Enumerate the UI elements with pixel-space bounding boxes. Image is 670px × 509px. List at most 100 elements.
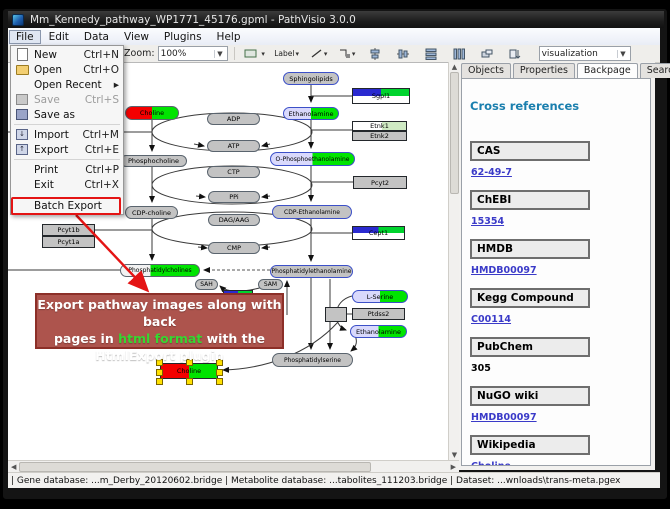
- menu-item-print[interactable]: PrintCtrl+P: [11, 162, 123, 177]
- chevron-down-icon[interactable]: ▼: [214, 50, 224, 58]
- callout-line-3: HtmlExport plugin: [37, 348, 282, 365]
- callout-line-2: pages in html format with the: [37, 331, 282, 348]
- node-ctp[interactable]: CTP: [207, 166, 260, 178]
- batch-export-highlight: [11, 197, 121, 215]
- align-center-y-icon[interactable]: [392, 47, 414, 61]
- xref-link-chebi[interactable]: 15354: [471, 216, 642, 227]
- menu-item-new[interactable]: NewCtrl+N: [11, 47, 123, 62]
- tab-objects[interactable]: Objects: [461, 63, 511, 78]
- xref-link-hmdb[interactable]: HMDB00097: [471, 265, 642, 276]
- gene-box-sgpl1[interactable]: Sgpl1: [352, 88, 410, 104]
- node-adp[interactable]: ADP: [207, 113, 260, 125]
- tab-backpage[interactable]: Backpage: [577, 63, 638, 78]
- selection-handle[interactable]: [216, 378, 223, 385]
- import-icon: ↓: [15, 129, 29, 140]
- new-file-icon: [15, 49, 29, 60]
- tab-properties[interactable]: Properties: [513, 63, 575, 78]
- node-phosphatidylcholines[interactable]: Phosphatidylcholines: [120, 264, 200, 277]
- chevron-down-icon[interactable]: ▼: [617, 50, 627, 58]
- node-phosphocholine[interactable]: Phosphocholine: [120, 155, 187, 167]
- xref-link-kegg[interactable]: C00114: [471, 314, 642, 325]
- selection-handle[interactable]: [156, 369, 163, 376]
- status-text: | Gene database: ...m_Derby_20120602.bri…: [11, 476, 621, 486]
- xref-header-chebi: ChEBI: [470, 190, 590, 210]
- node-sam[interactable]: SAM: [258, 279, 283, 290]
- menu-item-save: SaveCtrl+S: [11, 92, 123, 107]
- align-center-x-icon[interactable]: [364, 47, 386, 61]
- menu-separator: [14, 124, 120, 125]
- stacking-order-icon[interactable]: [504, 47, 526, 61]
- gene-box-etnk2[interactable]: Etnk2: [352, 131, 407, 141]
- node-phosphatidylserine[interactable]: Phosphatidylserine: [272, 353, 353, 367]
- xref-value-pubchem: 305: [471, 363, 642, 374]
- menu-plugins[interactable]: Plugins: [157, 30, 209, 44]
- gene-box-pcyt1a[interactable]: Pcyt1a: [42, 236, 95, 248]
- node-phosphatidylethanolamine[interactable]: Phosphatidylethanolamine: [270, 265, 353, 278]
- selection-handle[interactable]: [186, 378, 193, 385]
- menu-item-import[interactable]: ↓ ImportCtrl+M: [11, 127, 123, 142]
- gene-box-cept1[interactable]: Cept1: [352, 226, 405, 240]
- new-datanode-button[interactable]: ▾: [244, 47, 266, 61]
- menu-bar: File Edit Data View Plugins Help: [8, 28, 660, 46]
- menu-view[interactable]: View: [117, 30, 156, 44]
- save-as-disk-icon: [15, 109, 29, 120]
- node-dag[interactable]: DAG/AAG: [208, 214, 260, 226]
- new-connector-button[interactable]: ▾: [336, 47, 358, 61]
- menu-file[interactable]: File: [9, 30, 41, 44]
- selection-handle[interactable]: [156, 378, 163, 385]
- callout-line-1: Export pathway images along with back: [37, 297, 282, 331]
- menu-help[interactable]: Help: [210, 30, 248, 44]
- label-button-text: Label: [274, 49, 294, 58]
- backpage-content[interactable]: Cross references CAS 62-49-7 ChEBI 15354…: [461, 78, 651, 466]
- xref-header-pubchem: PubChem: [470, 337, 590, 357]
- gene-box-pcyt2[interactable]: Pcyt2: [353, 176, 407, 189]
- menu-item-open-recent[interactable]: Open Recent▸: [11, 77, 123, 92]
- common-size-icon[interactable]: [476, 47, 498, 61]
- side-panel: Objects Properties Backpage Search Legen…: [459, 62, 655, 470]
- tab-search[interactable]: Search: [640, 63, 670, 78]
- node-l-serine[interactable]: L-Serine: [352, 290, 408, 303]
- export-icon: ↑: [15, 144, 29, 155]
- node-choline[interactable]: Choline: [125, 106, 179, 120]
- zoom-label: Zoom:: [124, 48, 155, 59]
- app-icon: [12, 14, 24, 26]
- xref-header-hmdb: HMDB: [470, 239, 590, 259]
- node-sphingolipids[interactable]: Sphingolipids: [283, 72, 339, 85]
- menu-data[interactable]: Data: [77, 30, 116, 44]
- menu-item-exit[interactable]: ExitCtrl+X: [11, 177, 123, 192]
- node-cdp-ethanolamine[interactable]: CDP-Ethanolamine: [272, 205, 352, 219]
- zoom-combobox[interactable]: 100%▼: [158, 46, 228, 61]
- node-ethanolamine[interactable]: Ethanolamine: [283, 107, 339, 120]
- xref-link-cas[interactable]: 62-49-7: [471, 167, 642, 178]
- menu-item-save-as[interactable]: Save as: [11, 107, 123, 122]
- menu-item-open[interactable]: OpenCtrl+O: [11, 62, 123, 77]
- menu-separator: [14, 159, 120, 160]
- node-cdp-choline[interactable]: CDP-choline: [125, 206, 178, 219]
- menu-item-export[interactable]: ↑ ExportCtrl+E: [11, 142, 123, 157]
- visualization-value: visualization: [542, 49, 598, 59]
- gene-box-ptdss2[interactable]: Ptdss2: [352, 308, 405, 320]
- visualization-combobox[interactable]: visualization ▼: [539, 46, 631, 61]
- node-ethanolamine-2[interactable]: Ethanolamine: [350, 325, 407, 338]
- node-ppi[interactable]: PPi: [208, 191, 260, 203]
- distribute-horizontal-icon[interactable]: [448, 47, 470, 61]
- save-disk-icon: [15, 94, 29, 105]
- node-cmp[interactable]: CMP: [208, 242, 260, 254]
- node-o-phosphoethanolamine[interactable]: O-Phosphoethanolamine: [270, 152, 355, 166]
- xref-header-wikipedia: Wikipedia: [470, 435, 590, 455]
- xref-link-nugo[interactable]: HMDB00097: [471, 412, 642, 423]
- title-bar[interactable]: Mm_Kennedy_pathway_WP1771_45176.gpml - P…: [8, 11, 664, 28]
- node-atp[interactable]: ATP: [207, 140, 260, 152]
- selection-handle[interactable]: [216, 369, 223, 376]
- cross-references-heading: Cross references: [470, 99, 642, 113]
- gene-box-partial[interactable]: [325, 307, 347, 322]
- toolbar-separator: [234, 47, 235, 60]
- distribute-vertical-icon[interactable]: [420, 47, 442, 61]
- node-sah[interactable]: SAH: [195, 279, 218, 290]
- gene-box-etnk1[interactable]: Etnk1: [352, 121, 407, 131]
- new-label-button[interactable]: Label▾: [272, 47, 302, 61]
- menu-edit[interactable]: Edit: [42, 30, 76, 44]
- new-line-button[interactable]: ▾: [308, 47, 330, 61]
- gene-box-pcyt1b[interactable]: Pcyt1b: [42, 224, 95, 236]
- xref-link-wikipedia[interactable]: Choline: [471, 461, 642, 466]
